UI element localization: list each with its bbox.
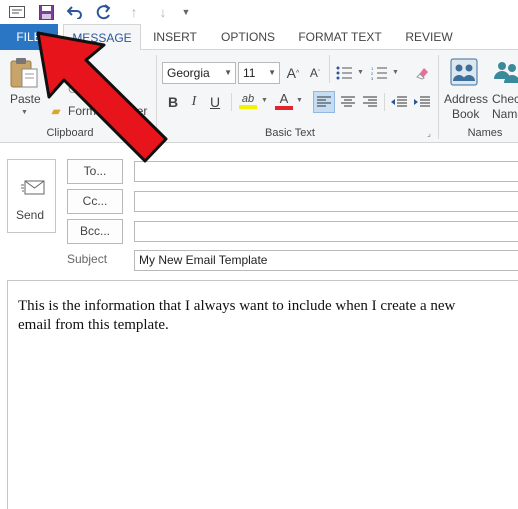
address-book-icon[interactable]: [448, 56, 480, 88]
save-icon[interactable]: [35, 2, 57, 22]
chevron-down-icon: ▼: [224, 68, 232, 77]
numbered-list-icon[interactable]: 123: [369, 62, 389, 84]
ribbon-tabs: FILE MESSAGE INSERT OPTIONS FORMAT TEXT …: [0, 24, 518, 51]
bcc-field[interactable]: [134, 221, 518, 242]
send-button[interactable]: Send: [7, 159, 56, 233]
align-center-icon[interactable]: [337, 91, 359, 113]
underline-button[interactable]: U: [206, 92, 224, 112]
decrease-indent-icon[interactable]: [388, 91, 410, 113]
group-separator: [231, 93, 232, 111]
bullet-list-icon[interactable]: [334, 62, 354, 84]
increase-indent-icon[interactable]: [411, 91, 433, 113]
compose-form: Send To... Cc... Bcc... Subject My New E…: [0, 143, 518, 509]
font-size-value: 11: [243, 66, 256, 80]
tab-message[interactable]: MESSAGE: [63, 24, 141, 51]
paste-label[interactable]: Paste: [10, 92, 41, 106]
cc-field[interactable]: [134, 191, 518, 212]
shrink-font-icon[interactable]: Aˇ: [306, 63, 324, 83]
bcc-button[interactable]: Bcc...: [67, 219, 123, 244]
basic-text-group-label: Basic Text: [265, 127, 315, 139]
align-left-icon[interactable]: [313, 91, 335, 113]
check-names-icon[interactable]: [492, 56, 518, 88]
cc-button[interactable]: Cc...: [67, 189, 123, 214]
check-names-label-line2[interactable]: Names: [492, 107, 518, 121]
chevron-down-icon[interactable]: ▼: [357, 69, 364, 76]
font-name-dropdown[interactable]: Georgia ▼: [162, 62, 236, 84]
paste-icon[interactable]: [8, 56, 40, 90]
send-label: Send: [16, 208, 45, 222]
group-separator: [156, 55, 157, 139]
copy-label[interactable]: Copy: [68, 82, 96, 96]
to-button[interactable]: To...: [67, 159, 123, 184]
address-book-label-line1[interactable]: Address: [444, 92, 488, 106]
bold-button[interactable]: B: [164, 92, 182, 112]
redo-icon[interactable]: [93, 2, 115, 22]
group-separator: [384, 93, 385, 111]
subject-field[interactable]: My New Email Template: [134, 250, 518, 271]
format-painter-label[interactable]: Format Painter: [68, 104, 147, 118]
up-arrow-icon[interactable]: ↑: [123, 2, 145, 22]
svg-text:3: 3: [371, 76, 374, 80]
undo-icon[interactable]: [64, 2, 86, 22]
clear-formatting-icon[interactable]: [412, 62, 432, 84]
to-field[interactable]: [134, 161, 518, 182]
down-arrow-icon[interactable]: ↓: [152, 2, 174, 22]
quick-access-toolbar: ↑ ↓ ▼: [0, 0, 518, 24]
group-separator: [329, 55, 330, 83]
message-body[interactable]: This is the information that I always wa…: [7, 280, 518, 509]
font-color-button[interactable]: A: [274, 90, 294, 112]
clipboard-group-label: Clipboard: [46, 127, 94, 139]
font-name-value: Georgia: [167, 66, 210, 80]
highlight-color-button[interactable]: ab: [237, 90, 259, 112]
tab-review[interactable]: REVIEW: [398, 24, 460, 50]
ribbon: Paste ▼ Copy ▰ Format Painter Clipboard …: [0, 50, 518, 143]
format-painter-icon[interactable]: ▰: [48, 103, 64, 119]
tab-file[interactable]: FILE: [0, 24, 58, 50]
message-body-text[interactable]: This is the information that I always wa…: [18, 297, 488, 335]
tab-options[interactable]: OPTIONS: [214, 24, 282, 50]
names-group-label: Names: [467, 127, 503, 139]
customize-qat-icon[interactable]: ▼: [175, 2, 197, 22]
message-icon[interactable]: [6, 2, 28, 22]
chevron-down-icon: ▼: [268, 68, 276, 77]
italic-button[interactable]: I: [185, 92, 203, 112]
grow-font-icon[interactable]: A ^: [284, 63, 302, 83]
font-color-glyph: A: [279, 91, 289, 106]
dialog-launcher-icon[interactable]: ⌟: [424, 128, 434, 138]
font-color-swatch: [275, 106, 293, 110]
chevron-down-icon[interactable]: ▼: [392, 69, 399, 76]
highlight-glyph: ab: [241, 93, 255, 105]
tab-insert[interactable]: INSERT: [145, 24, 205, 50]
send-icon: [20, 176, 46, 198]
chevron-down-icon[interactable]: ▼: [296, 97, 303, 104]
check-names-label-line1[interactable]: Check: [492, 92, 518, 106]
font-size-dropdown[interactable]: 11 ▼: [238, 62, 280, 84]
chevron-down-icon[interactable]: ▼: [261, 97, 268, 104]
highlight-swatch: [239, 105, 257, 109]
tab-format-text[interactable]: FORMAT TEXT: [292, 24, 388, 50]
align-right-icon[interactable]: [359, 91, 381, 113]
paste-dropdown-icon[interactable]: ▼: [21, 109, 28, 116]
group-separator: [438, 55, 439, 139]
address-book-label-line2[interactable]: Book: [452, 107, 479, 121]
subject-label: Subject: [67, 252, 108, 266]
